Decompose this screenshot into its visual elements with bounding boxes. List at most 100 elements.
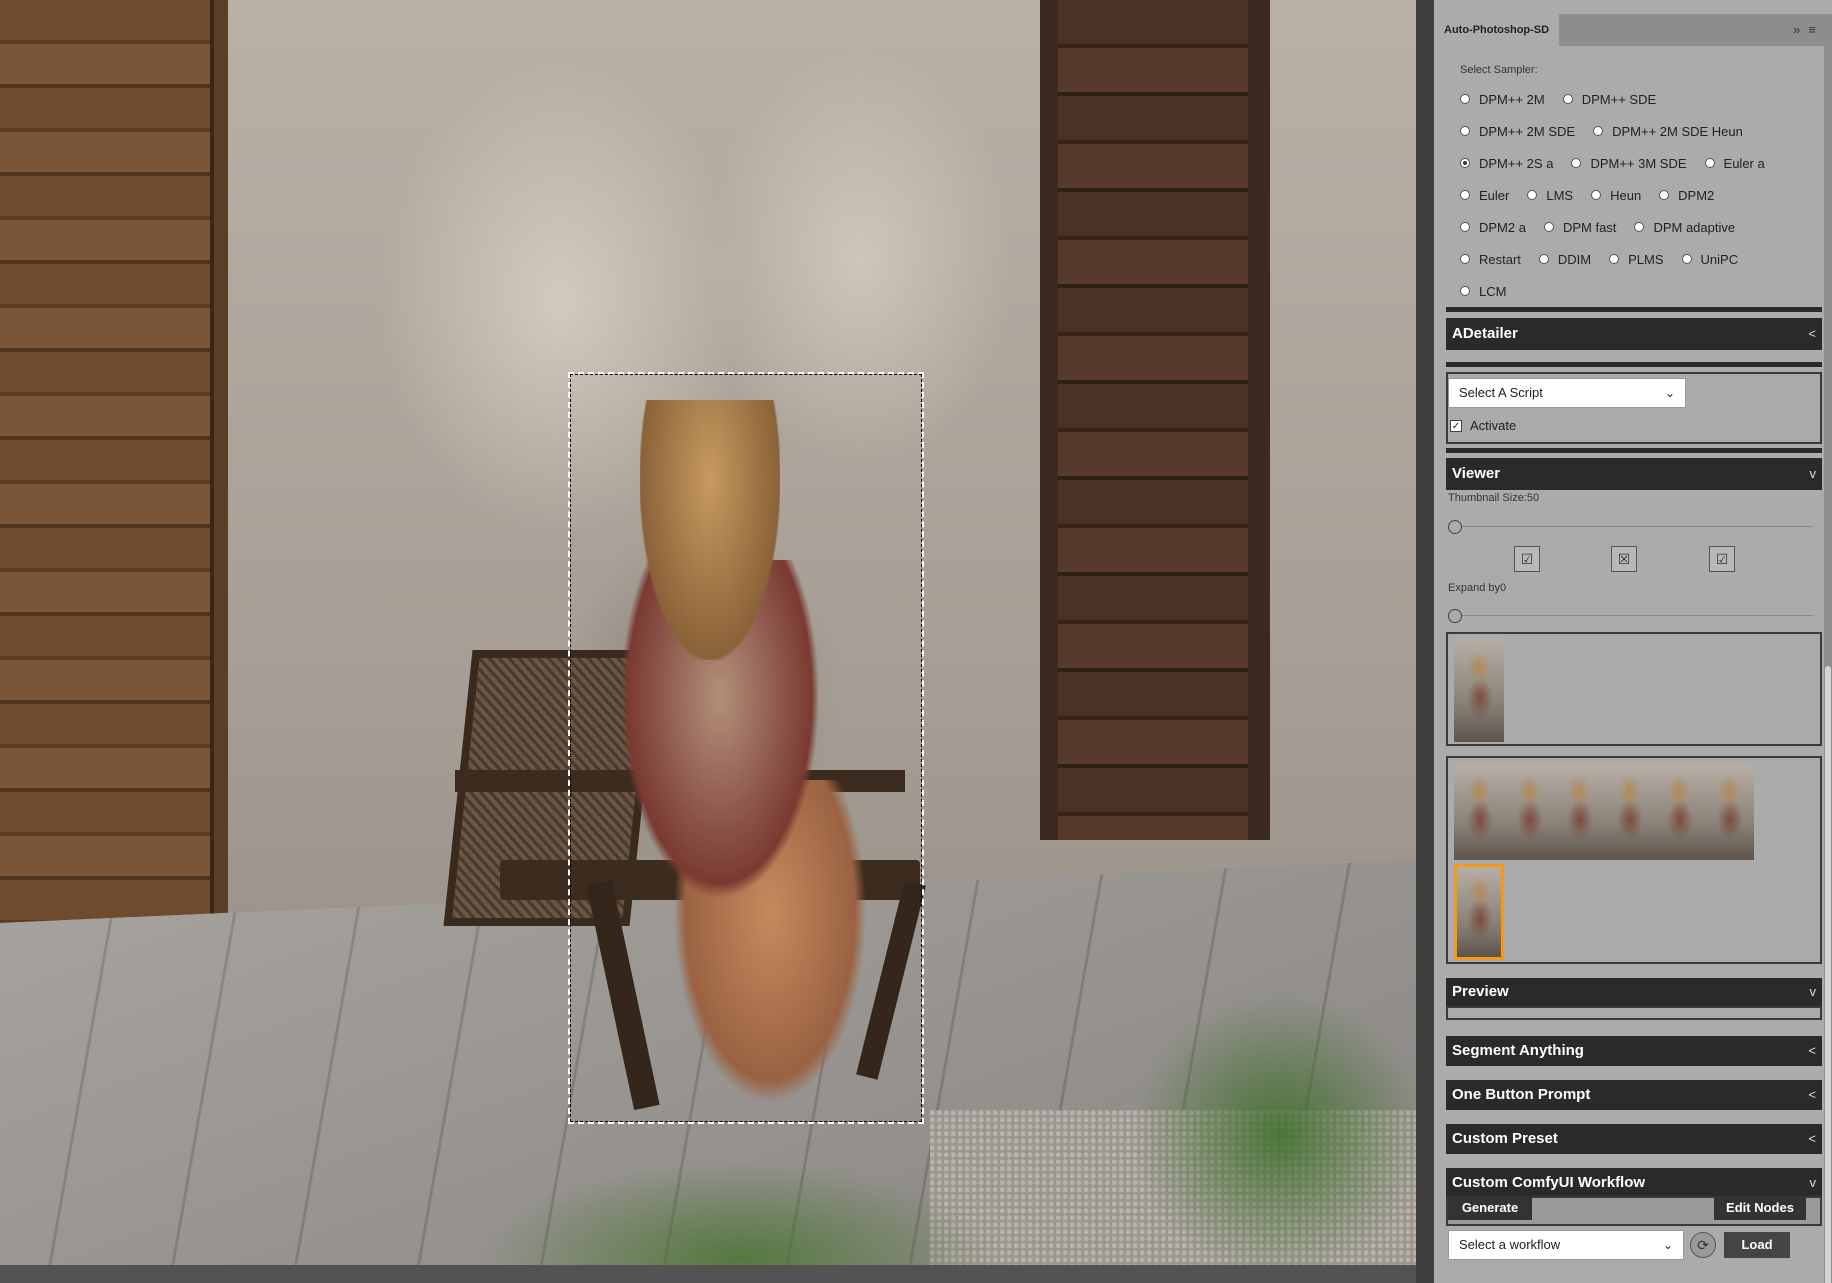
sampler-option[interactable]: PLMS	[1609, 252, 1664, 267]
workflow-select[interactable]: Select a workflow ⌄	[1448, 1230, 1684, 1260]
sampler-option-label: DPM++ 2S a	[1479, 155, 1554, 171]
selection-marquee[interactable]	[568, 372, 924, 1124]
sampler-option[interactable]: DPM++ 2S a	[1460, 156, 1553, 171]
viewer-thumbnail[interactable]	[1454, 864, 1504, 960]
radio-icon	[1681, 254, 1692, 264]
chevron-down-icon[interactable]: v	[1810, 458, 1817, 490]
radio-icon	[1527, 190, 1538, 200]
panel-menu-icon[interactable]: »≡	[1793, 14, 1824, 46]
sampler-row: DPM++ 2M DPM++ SDE	[1460, 88, 1674, 110]
section-custom-preset-header[interactable]: Custom Preset <	[1446, 1124, 1822, 1154]
sampler-option[interactable]: LMS	[1527, 188, 1573, 203]
radio-icon	[1659, 190, 1670, 200]
section-title: Viewer	[1452, 465, 1501, 482]
slider-knob[interactable]	[1448, 609, 1462, 623]
radio-icon	[1460, 254, 1470, 264]
viewer-thumbnail[interactable]	[1454, 764, 1504, 860]
edit-nodes-button[interactable]: Edit Nodes	[1714, 1196, 1806, 1220]
section-custom-comfyui-workflow-header[interactable]: Custom ComfyUI Workflow v	[1446, 1168, 1822, 1198]
section-one-button-prompt-header[interactable]: One Button Prompt <	[1446, 1080, 1822, 1110]
generate-button[interactable]: Generate	[1448, 1196, 1532, 1220]
chevron-left-icon[interactable]: <	[1808, 318, 1816, 350]
chevron-left-icon[interactable]: <	[1808, 1080, 1816, 1110]
section-title: Custom Preset	[1452, 1130, 1558, 1147]
slider-knob[interactable]	[1448, 520, 1462, 534]
sampler-option[interactable]: DPM fast	[1543, 219, 1617, 235]
sampler-row: Euler LMS Heun DPM2	[1460, 184, 1732, 206]
chevron-down-icon[interactable]: v	[1810, 978, 1817, 1006]
viewer-thumbnail[interactable]	[1504, 764, 1554, 860]
activate-checkbox[interactable]: ✓ Activate	[1450, 418, 1516, 433]
sampler-option[interactable]: Heun	[1591, 188, 1641, 203]
script-select-value: Select A Script	[1459, 385, 1543, 400]
sampler-option-label: DPM2	[1678, 187, 1715, 203]
section-title: ADetailer	[1452, 325, 1518, 342]
expand-by-label: Expand by0	[1448, 582, 1507, 594]
refresh-icon[interactable]: ⟳	[1690, 1232, 1716, 1258]
sampler-option[interactable]: DPM++ SDE	[1562, 92, 1656, 107]
sampler-option[interactable]: UniPC	[1681, 252, 1738, 267]
chevron-left-icon[interactable]: <	[1808, 1124, 1816, 1154]
chevron-down-icon[interactable]: v	[1810, 1168, 1817, 1198]
viewer-thumbnail[interactable]	[1554, 764, 1604, 860]
sampler-row: DPM++ 2M SDE DPM++ 2M SDE Heun	[1460, 120, 1761, 142]
sampler-option[interactable]: LCM	[1460, 284, 1506, 299]
sampler-option[interactable]: DDIM	[1538, 252, 1591, 267]
radio-icon	[1460, 190, 1470, 200]
section-preview-header[interactable]: Preview v	[1446, 978, 1822, 1006]
sampler-option-label: DPM fast	[1562, 219, 1617, 235]
radio-icon	[1460, 222, 1470, 232]
script-select[interactable]: Select A Script ⌄	[1448, 378, 1686, 408]
scrollbar-thumb[interactable]	[1825, 666, 1831, 1283]
chevron-down-icon: ⌄	[1662, 1238, 1673, 1252]
thumbnail-size-label: Thumbnail Size:50	[1448, 492, 1540, 504]
sampler-option-label: DPM adaptive	[1653, 219, 1736, 235]
apply-selection-icon[interactable]: ☑	[1709, 546, 1735, 572]
sampler-option-label: DPM++ 3M SDE	[1590, 155, 1687, 171]
sampler-option[interactable]: Euler a	[1704, 156, 1765, 171]
load-button[interactable]: Load	[1724, 1232, 1790, 1258]
radio-icon	[1704, 158, 1715, 168]
viewer-thumbnail[interactable]	[1604, 764, 1654, 860]
auto-photoshop-sd-panel: Auto-Photoshop-SD »≡ Select Sampler: DPM…	[1434, 0, 1832, 1283]
clear-selection-icon[interactable]: ☒	[1611, 546, 1637, 572]
activate-label: Activate	[1470, 418, 1517, 433]
sampler-row: LCM	[1460, 280, 1524, 302]
separator	[1446, 362, 1822, 367]
chevron-left-icon[interactable]: <	[1808, 1036, 1816, 1066]
radio-icon	[1543, 222, 1554, 232]
sampler-option-label: DPM2 a	[1479, 219, 1526, 235]
sampler-option[interactable]: Restart	[1460, 252, 1521, 267]
section-viewer-header[interactable]: Viewer v	[1446, 458, 1822, 490]
viewer-thumbnail[interactable]	[1654, 764, 1704, 860]
thumbnail-size-slider[interactable]	[1448, 520, 1813, 534]
sampler-option[interactable]: DPM++ 2M SDE Heun	[1593, 124, 1743, 139]
document-canvas[interactable]	[0, 0, 1416, 1265]
section-title: One Button Prompt	[1452, 1086, 1591, 1103]
sampler-option[interactable]: DPM++ 3M SDE	[1571, 155, 1687, 171]
section-title: Segment Anything	[1452, 1042, 1584, 1059]
sampler-option[interactable]: DPM++ 2M SDE	[1460, 124, 1575, 139]
panel-scrollbar[interactable]	[1824, 46, 1832, 1283]
slider-track	[1458, 615, 1813, 616]
section-title: Custom ComfyUI Workflow	[1452, 1174, 1646, 1191]
expand-by-slider[interactable]	[1448, 609, 1813, 623]
section-segment-anything-header[interactable]: Segment Anything <	[1446, 1036, 1822, 1066]
sampler-option[interactable]: DPM++ 2M	[1460, 92, 1545, 107]
viewer-thumbnail[interactable]	[1704, 764, 1754, 860]
section-adetailer-header[interactable]: ADetailer <	[1446, 318, 1822, 350]
sampler-option[interactable]: DPM2	[1659, 188, 1714, 203]
sampler-option[interactable]: Euler	[1460, 188, 1509, 203]
radio-icon	[1562, 94, 1573, 104]
panel-divider[interactable]	[1416, 0, 1434, 1283]
sampler-option[interactable]: DPM2 a	[1460, 220, 1526, 235]
select-all-icon[interactable]: ☑	[1514, 546, 1540, 572]
tab-auto-photoshop-sd[interactable]: Auto-Photoshop-SD	[1434, 14, 1560, 46]
section-title: Preview	[1452, 983, 1509, 1000]
sampler-option[interactable]: DPM adaptive	[1634, 220, 1735, 235]
foliage	[1130, 990, 1416, 1265]
checkbox-icon: ✓	[1450, 419, 1462, 432]
radio-icon	[1591, 190, 1602, 200]
sampler-row: DPM2 a DPM fast DPM adaptive	[1460, 216, 1753, 238]
viewer-thumbnail[interactable]	[1454, 638, 1504, 742]
